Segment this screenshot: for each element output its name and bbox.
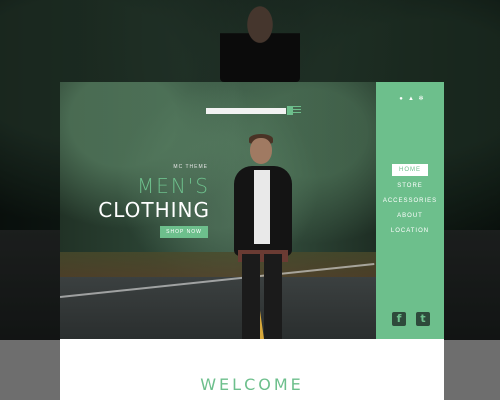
social-links: f t (392, 312, 430, 326)
sidebar-nav: HOME STORE ACCESSORIES ABOUT LOCATION (376, 164, 444, 239)
welcome-section: WELCOME (60, 339, 444, 400)
cart-icon[interactable]: ▲ (408, 96, 414, 102)
shop-now-button[interactable]: SHOP NOW (160, 226, 208, 238)
sidebar: ● ▲ ✻ HOME STORE ACCESSORIES ABOUT LOCAT… (376, 82, 444, 339)
hero-title-line2: CLOTHING (98, 198, 210, 222)
sidebar-item-about[interactable]: ABOUT (397, 209, 423, 224)
settings-icon[interactable]: ✻ (418, 96, 424, 102)
theme-label: MC THEME (173, 164, 208, 170)
hero-title-line1: MEN'S (136, 174, 210, 198)
welcome-heading: WELCOME (200, 375, 304, 394)
twitter-icon[interactable]: t (416, 312, 430, 326)
facebook-icon[interactable]: f (392, 312, 406, 326)
model-head (250, 138, 272, 164)
user-icon[interactable]: ● (398, 96, 404, 102)
sidebar-item-store[interactable]: STORE (397, 179, 423, 194)
hero-banner: MC THEME MEN'S CLOTHING SHOP NOW (60, 82, 376, 339)
website-mockup: MC THEME MEN'S CLOTHING SHOP NOW ● ▲ ✻ H… (60, 82, 444, 400)
header-icons: ● ▲ ✻ (398, 96, 424, 102)
model-shirt (254, 170, 270, 244)
hero-road (60, 277, 376, 339)
search-input[interactable] (206, 108, 286, 114)
sidebar-item-location[interactable]: LOCATION (391, 224, 429, 239)
hero-model-image (220, 134, 306, 339)
sidebar-item-accessories[interactable]: ACCESSORIES (383, 194, 437, 209)
model-legs (242, 254, 282, 339)
menu-icon[interactable] (293, 106, 301, 115)
sidebar-item-home[interactable]: HOME (392, 164, 428, 176)
